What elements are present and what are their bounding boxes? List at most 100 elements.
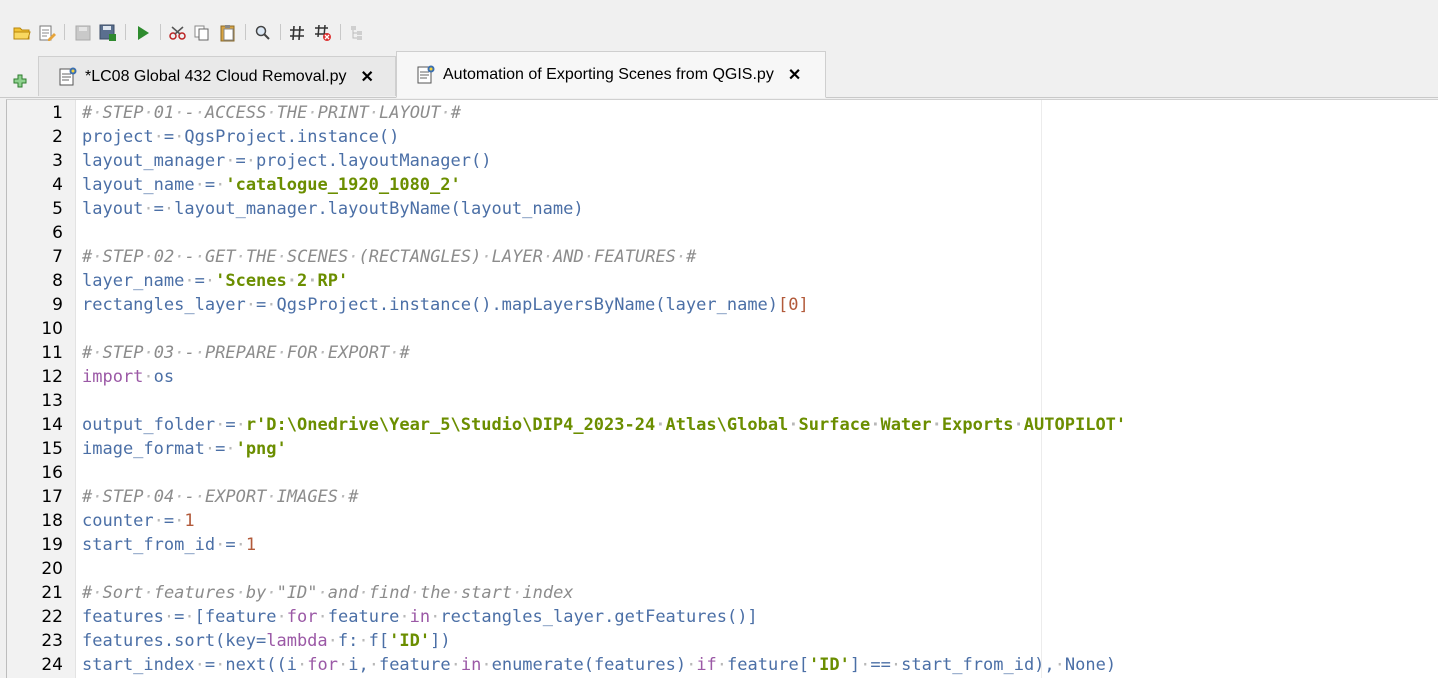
line-number: 22 bbox=[41, 607, 63, 627]
code-line[interactable]: 14 output_folder·=·r'D:\Onedrive\Year_5\S… bbox=[7, 413, 1438, 437]
code-line[interactable]: 20 bbox=[7, 557, 1438, 581]
code-line[interactable]: 15 image_format·=·'png' bbox=[7, 437, 1438, 461]
code-token: 1 bbox=[245, 535, 257, 555]
code-text: start_index·=·next((i·for·i,·feature·in·… bbox=[82, 653, 1116, 677]
code-token: counter·=· bbox=[82, 511, 185, 531]
code-line[interactable]: 6 bbox=[7, 221, 1438, 245]
code-line[interactable]: 24 start_index·=·next((i·for·i,·feature·i… bbox=[7, 653, 1438, 677]
code-line[interactable]: 17 #·STEP·04·-·EXPORT·IMAGES·# bbox=[7, 485, 1438, 509]
code-text: image_format·=·'png' bbox=[82, 437, 287, 461]
code-line[interactable]: 5 layout·=·layout_manager.layoutByName(la… bbox=[7, 197, 1438, 221]
new-tab-icon[interactable] bbox=[12, 73, 28, 89]
run-icon[interactable] bbox=[134, 24, 152, 42]
line-number: 14 bbox=[41, 415, 63, 435]
code-token: ]) bbox=[430, 631, 451, 651]
line-number: 16 bbox=[41, 463, 63, 483]
line-number: 9 bbox=[52, 295, 63, 315]
code-token: r'D:\Onedrive\Year_5\Studio\DIP4_2023-24… bbox=[245, 415, 1127, 435]
code-line[interactable]: 23 features.sort(key=lambda·f:·f['ID']) bbox=[7, 629, 1438, 653]
line-number: 4 bbox=[52, 175, 63, 195]
line-number: 21 bbox=[41, 583, 63, 603]
python-file-icon bbox=[59, 67, 77, 87]
code-token: output_folder·=· bbox=[82, 415, 246, 435]
code-token: #·Sort·features·by·"ID"·and·find·the·sta… bbox=[82, 583, 574, 603]
uncomment-icon[interactable] bbox=[314, 24, 332, 42]
code-line[interactable]: 3 layout_manager·=·project.layoutManager(… bbox=[7, 149, 1438, 173]
line-number: 11 bbox=[41, 343, 63, 363]
code-line[interactable]: 11 #·STEP·03·-·PREPARE·FOR·EXPORT·# bbox=[7, 341, 1438, 365]
code-line[interactable]: 10 bbox=[7, 317, 1438, 341]
line-number: 3 bbox=[52, 151, 63, 171]
code-token: #·STEP·04·-·EXPORT·IMAGES·# bbox=[82, 487, 359, 507]
code-token: ·rectangles_layer.getFeatures()] bbox=[430, 607, 758, 627]
copy-icon[interactable] bbox=[193, 24, 211, 42]
code-token: import bbox=[82, 367, 144, 387]
save-as-icon[interactable] bbox=[99, 24, 117, 42]
code-line[interactable]: 19 start_from_id·=·1 bbox=[7, 533, 1438, 557]
code-text: output_folder·=·r'D:\Onedrive\Year_5\Stu… bbox=[82, 413, 1126, 437]
code-line[interactable]: 13 bbox=[7, 389, 1438, 413]
code-line[interactable]: 7 #·STEP·02·-·GET·THE·SCENES·(RECTANGLES)… bbox=[7, 245, 1438, 269]
code-token: #·STEP·02·-·GET·THE·SCENES·(RECTANGLES)·… bbox=[82, 247, 697, 267]
line-number: 10 bbox=[41, 319, 63, 339]
line-number: 23 bbox=[41, 631, 63, 651]
line-number: 18 bbox=[41, 511, 63, 531]
comment-icon[interactable] bbox=[288, 24, 306, 42]
code-line[interactable]: 1 #·STEP·01·-·ACCESS·THE·PRINT·LAYOUT·# bbox=[7, 101, 1438, 125]
code-token: #·STEP·03·-·PREPARE·FOR·EXPORT·# bbox=[82, 343, 410, 363]
find-icon[interactable] bbox=[254, 24, 272, 42]
code-line[interactable]: 22 features·=·[feature·for·feature·in·rec… bbox=[7, 605, 1438, 629]
code-token: for bbox=[307, 655, 338, 675]
toolbar-separator bbox=[280, 24, 281, 40]
line-number: 24 bbox=[41, 655, 63, 675]
toolbar bbox=[0, 18, 1438, 48]
code-token: ·feature· bbox=[317, 607, 410, 627]
code-editor[interactable]: 1 #·STEP·01·-·ACCESS·THE·PRINT·LAYOUT·# 2 p… bbox=[6, 99, 1438, 678]
tab-automation-exporting-scenes[interactable]: Automation of Exporting Scenes from QGIS… bbox=[396, 51, 826, 98]
object-inspector-icon bbox=[348, 24, 366, 42]
code-token: ·i,·feature· bbox=[337, 655, 461, 675]
line-number: 20 bbox=[41, 559, 63, 579]
code-token: image_format·=· bbox=[82, 439, 236, 459]
code-text: layout·=·layout_manager.layoutByName(lay… bbox=[82, 197, 584, 221]
code-line[interactable]: 8 layer_name·=·'Scenes·2·RP' bbox=[7, 269, 1438, 293]
close-icon[interactable]: ✕ bbox=[360, 67, 373, 87]
tab-label: Automation of Exporting Scenes from QGIS… bbox=[443, 65, 774, 83]
code-line[interactable]: 2 project·=·QgsProject.instance() bbox=[7, 125, 1438, 149]
code-token: in bbox=[409, 607, 431, 627]
tab-label: *LC08 Global 432 Cloud Removal.py bbox=[85, 67, 347, 85]
code-line[interactable]: 21 #·Sort·features·by·"ID"·and·find·the·s… bbox=[7, 581, 1438, 605]
code-token: start_index·=·next((i· bbox=[82, 655, 308, 675]
save-disabled-icon bbox=[74, 24, 92, 42]
code-token: start_from_id·=· bbox=[82, 535, 246, 555]
tab-lc08-cloud-removal[interactable]: *LC08 Global 432 Cloud Removal.py ✕ bbox=[38, 56, 396, 96]
line-number: 6 bbox=[52, 223, 63, 243]
cut-icon[interactable] bbox=[169, 24, 187, 42]
code-text: #·STEP·03·-·PREPARE·FOR·EXPORT·# bbox=[82, 341, 410, 365]
toolbar-separator bbox=[160, 24, 161, 40]
code-text: layout_manager·=·project.layoutManager() bbox=[82, 149, 491, 173]
code-line[interactable]: 16 bbox=[7, 461, 1438, 485]
code-line[interactable]: 4 layout_name·=·'catalogue_1920_1080_2' bbox=[7, 173, 1438, 197]
code-token: [0] bbox=[778, 295, 809, 315]
code-token: 'Scenes·2·RP' bbox=[215, 271, 349, 291]
open-folder-icon[interactable] bbox=[13, 24, 31, 42]
paste-icon[interactable] bbox=[219, 24, 237, 42]
line-number: 5 bbox=[52, 199, 63, 219]
toolbar-separator bbox=[340, 24, 341, 40]
code-text: layout_name·=·'catalogue_1920_1080_2' bbox=[82, 173, 461, 197]
code-line[interactable]: 9 rectangles_layer·=·QgsProject.instance(… bbox=[7, 293, 1438, 317]
close-icon[interactable]: ✕ bbox=[788, 65, 801, 85]
code-token: 'catalogue_1920_1080_2' bbox=[225, 175, 461, 195]
code-token: ·enumerate(features)· bbox=[481, 655, 697, 675]
toolbar-separator bbox=[245, 24, 246, 40]
edit-script-icon[interactable] bbox=[38, 24, 56, 42]
code-token: layer_name·=· bbox=[82, 271, 216, 291]
code-text: project·=·QgsProject.instance() bbox=[82, 125, 399, 149]
code-line[interactable]: 18 counter·=·1 bbox=[7, 509, 1438, 533]
toolbar-separator bbox=[125, 24, 126, 40]
code-token: 1 bbox=[184, 511, 195, 531]
code-token: rectangles_layer·=·QgsProject.instance()… bbox=[82, 295, 779, 315]
code-line[interactable]: 12 import·os bbox=[7, 365, 1438, 389]
code-token: ]·==·start_from_id),·None) bbox=[849, 655, 1117, 675]
